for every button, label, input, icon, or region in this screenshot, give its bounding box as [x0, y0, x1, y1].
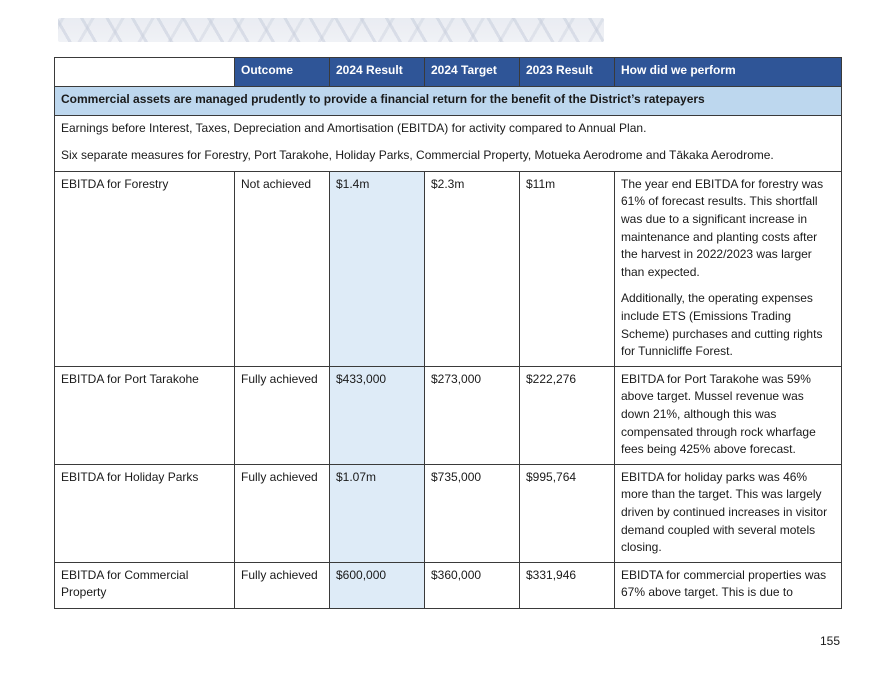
description-row: Earnings before Interest, Taxes, Depreci… — [54, 114, 842, 172]
description-line: Earnings before Interest, Taxes, Depreci… — [61, 120, 647, 135]
header-2023-result: 2023 Result — [519, 57, 615, 87]
performance-cell: EBIDTA for commercial properties was 67%… — [614, 561, 842, 609]
result-2024-cell: $600,000 — [329, 561, 425, 609]
goal-row: Commercial assets are managed prudently … — [54, 86, 842, 116]
result-2024-cell: $433,000 — [329, 365, 425, 465]
target-2024-cell: $2.3m — [424, 170, 520, 367]
target-2024-cell: $273,000 — [424, 365, 520, 465]
table-header-row: Outcome 2024 Result 2024 Target 2023 Res… — [54, 57, 842, 87]
table-row: EBITDA for Holiday Parks Fully achieved … — [54, 463, 842, 563]
header-blank-cell — [54, 57, 235, 87]
result-2023-cell: $995,764 — [519, 463, 615, 563]
result-2023-cell: $11m — [519, 170, 615, 367]
header-performance: How did we perform — [614, 57, 842, 87]
table-row: EBITDA for Port Tarakohe Fully achieved … — [54, 365, 842, 465]
outcome-cell: Fully achieved — [234, 463, 330, 563]
description-line: Six separate measures for Forestry, Port… — [61, 148, 774, 163]
result-2024-cell: $1.07m — [329, 463, 425, 563]
measure-cell: EBITDA for Forestry — [54, 170, 235, 367]
result-2023-cell: $331,946 — [519, 561, 615, 609]
target-2024-cell: $360,000 — [424, 561, 520, 609]
header-2024-result: 2024 Result — [329, 57, 425, 87]
performance-cell: EBITDA for holiday parks was 46% more th… — [614, 463, 842, 563]
performance-cell: EBITDA for Port Tarakohe was 59% above t… — [614, 365, 842, 465]
measure-cell: EBITDA for Holiday Parks — [54, 463, 235, 563]
performance-cell: The year end EBITDA for forestry was 61%… — [614, 170, 842, 367]
table-row: EBITDA for Forestry Not achieved $1.4m $… — [54, 170, 842, 367]
page-number: 155 — [820, 634, 841, 648]
performance-table: Outcome 2024 Result 2024 Target 2023 Res… — [54, 57, 842, 609]
header-2024-target: 2024 Target — [424, 57, 520, 87]
header-outcome: Outcome — [234, 57, 330, 87]
result-2023-cell: $222,276 — [519, 365, 615, 465]
result-2024-cell: $1.4m — [329, 170, 425, 367]
outcome-cell: Fully achieved — [234, 365, 330, 465]
performance-text: EBITDA for holiday parks was 46% more th… — [621, 469, 828, 555]
goal-statement: Commercial assets are managed prudently … — [54, 86, 842, 116]
outcome-cell: Fully achieved — [234, 561, 330, 609]
decorative-header-banner — [58, 18, 604, 42]
outcome-cell: Not achieved — [234, 170, 330, 367]
measure-cell: EBITDA for Port Tarakohe — [54, 365, 235, 465]
table-row: EBITDA for Commercial Property Fully ach… — [54, 561, 842, 609]
performance-text: EBIDTA for commercial properties was 67%… — [621, 567, 827, 600]
performance-text: Additionally, the operating expenses inc… — [621, 291, 823, 359]
performance-text: EBITDA for Port Tarakohe was 59% above t… — [621, 371, 816, 457]
measure-cell: EBITDA for Commercial Property — [54, 561, 235, 609]
target-2024-cell: $735,000 — [424, 463, 520, 563]
description-cell: Earnings before Interest, Taxes, Depreci… — [54, 114, 842, 172]
performance-text: The year end EBITDA for forestry was 61%… — [621, 176, 824, 279]
